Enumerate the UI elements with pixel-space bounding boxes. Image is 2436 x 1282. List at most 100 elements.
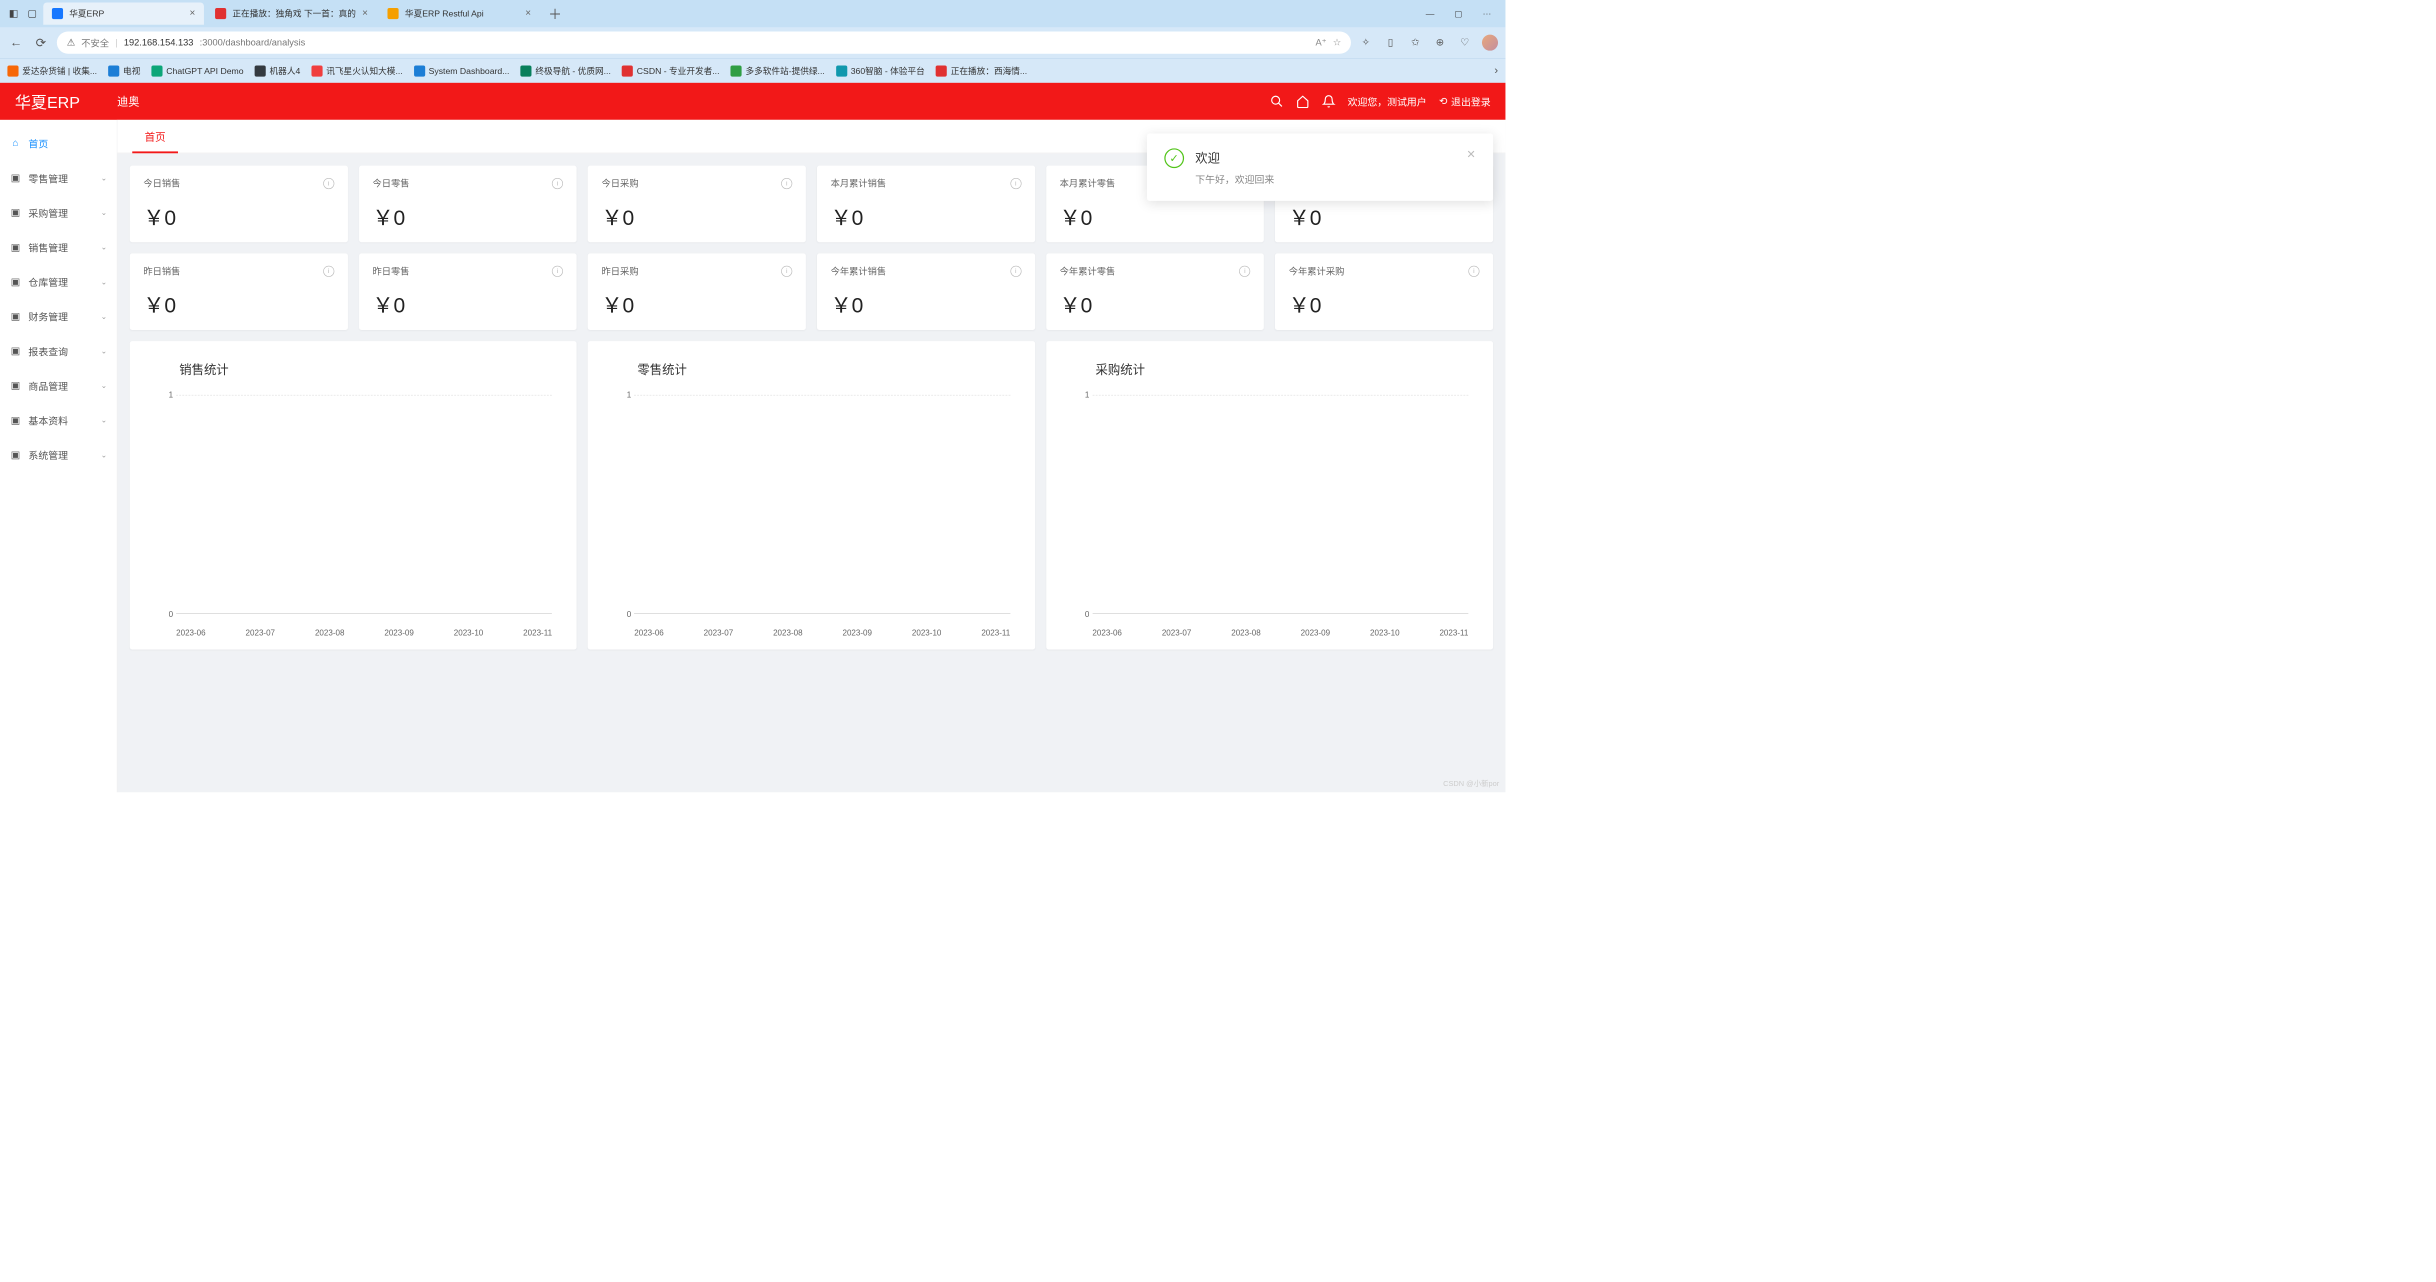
- gridline: [176, 395, 552, 396]
- sidebar-item-label: 销售管理: [28, 240, 68, 255]
- sidebar-item[interactable]: ▣ 基本资料 ⌄: [0, 403, 117, 438]
- page-tab-home[interactable]: 首页: [132, 120, 178, 153]
- info-icon[interactable]: i: [323, 178, 334, 189]
- info-icon[interactable]: i: [552, 265, 563, 276]
- notification-close-icon[interactable]: ✕: [1466, 148, 1475, 186]
- gridline: [1092, 395, 1468, 396]
- bookmark-item[interactable]: 爱达杂货铺 | 收集...: [7, 65, 97, 77]
- bookmark-favicon-icon: [255, 65, 266, 76]
- tab-close-icon[interactable]: ×: [362, 8, 368, 19]
- sidebar-item[interactable]: ▣ 商品管理 ⌄: [0, 368, 117, 403]
- performance-icon[interactable]: ♡: [1457, 35, 1472, 50]
- info-icon[interactable]: i: [323, 265, 334, 276]
- sidebar-item[interactable]: ▣ 仓库管理 ⌄: [0, 265, 117, 300]
- profile-avatar[interactable]: [1482, 35, 1498, 51]
- x-tick: 2023-08: [773, 628, 802, 637]
- stat-card-title: 今日零售: [372, 177, 409, 190]
- sidebar-item[interactable]: ▣ 系统管理 ⌄: [0, 438, 117, 473]
- url-path: :3000/dashboard/analysis: [200, 37, 306, 48]
- x-tick: 2023-11: [1439, 628, 1468, 637]
- y-tick: 1: [155, 390, 174, 399]
- chevron-down-icon: ⌄: [101, 451, 107, 460]
- x-tick: 2023-08: [315, 628, 344, 637]
- info-icon[interactable]: i: [781, 265, 792, 276]
- info-icon[interactable]: i: [1010, 265, 1021, 276]
- url-input[interactable]: ⚠ 不安全 | 192.168.154.133:3000/dashboard/a…: [57, 32, 1351, 54]
- close-window-button[interactable]: ···: [1475, 9, 1500, 19]
- tab-close-icon[interactable]: ×: [190, 8, 196, 19]
- sidebar-item[interactable]: ▣ 销售管理 ⌄: [0, 230, 117, 265]
- browser-tab[interactable]: 华夏ERP Restful Api ×: [379, 2, 540, 24]
- sidebar-item[interactable]: ▣ 零售管理 ⌄: [0, 161, 117, 196]
- stat-card-title: 本月累计销售: [831, 177, 887, 190]
- stat-card-title: 本月累计零售: [1060, 177, 1116, 190]
- info-icon[interactable]: i: [1239, 265, 1250, 276]
- bookmark-label: 电视: [123, 65, 140, 77]
- read-aloud-icon[interactable]: A⁺: [1315, 37, 1326, 48]
- sidebar-item-label: 财务管理: [28, 309, 68, 324]
- bookmark-item[interactable]: 机器人4: [255, 65, 301, 77]
- bell-icon[interactable]: [1322, 95, 1336, 109]
- maximize-button[interactable]: ▢: [1446, 8, 1471, 19]
- bookmark-item[interactable]: CSDN - 专业开发者...: [622, 65, 720, 77]
- sidebar-item[interactable]: ▣ 采购管理 ⌄: [0, 195, 117, 230]
- new-tab-button[interactable]: ＋: [543, 4, 566, 24]
- sidebar-item-icon: ▣: [10, 241, 21, 253]
- info-icon[interactable]: i: [781, 178, 792, 189]
- favorites-icon[interactable]: ✩: [1408, 35, 1423, 50]
- bookmark-item[interactable]: ChatGPT API Demo: [151, 65, 243, 77]
- stat-card-value: ￥0: [602, 289, 793, 319]
- bookmark-item[interactable]: 电视: [108, 65, 140, 77]
- app-nav-item[interactable]: 迪奥: [117, 93, 139, 109]
- bookmark-favicon-icon: [108, 65, 119, 76]
- bookmark-item[interactable]: 终极导航 - 优质网...: [521, 65, 611, 77]
- tab-close-icon[interactable]: ×: [525, 8, 531, 19]
- watermark: CSDN @小新por: [1443, 778, 1499, 789]
- x-tick: 2023-09: [842, 628, 871, 637]
- stat-card: 今日零售 i ￥0: [359, 166, 577, 243]
- back-button[interactable]: ←: [7, 34, 24, 51]
- success-icon: ✓: [1164, 148, 1184, 168]
- info-icon[interactable]: i: [1010, 178, 1021, 189]
- bookmark-item[interactable]: 讯飞星火认知大模...: [311, 65, 402, 77]
- info-icon[interactable]: i: [552, 178, 563, 189]
- logout-link[interactable]: ⟲ 退出登录: [1439, 94, 1491, 109]
- sidepanel-icon[interactable]: ◧: [6, 6, 21, 21]
- stat-card: 昨日零售 i ￥0: [359, 253, 577, 330]
- stat-card-value: ￥0: [372, 289, 563, 319]
- bookmark-item[interactable]: 360智脑 - 体验平台: [836, 65, 925, 77]
- sidebar-item[interactable]: ▣ 财务管理 ⌄: [0, 299, 117, 334]
- sidebar-item[interactable]: ⌂ 首页: [0, 126, 117, 161]
- bookmark-favicon-icon: [151, 65, 162, 76]
- chart-card: 零售统计 1 0 2023-062023-072023-082023-09202…: [588, 341, 1035, 649]
- collections-icon[interactable]: ▯: [1383, 35, 1398, 50]
- stat-card-value: ￥0: [1289, 201, 1480, 231]
- home-icon[interactable]: [1296, 95, 1310, 109]
- browser-tab[interactable]: 华夏ERP ×: [43, 2, 204, 24]
- sidebar-item-label: 采购管理: [28, 205, 68, 220]
- bookmark-label: 机器人4: [270, 65, 301, 77]
- chart-plot: 1 0 2023-062023-072023-082023-092023-102…: [613, 390, 1011, 637]
- bookmarks-more-icon[interactable]: ›: [1494, 64, 1498, 77]
- bookmark-item[interactable]: 正在播放：西海情...: [936, 65, 1027, 77]
- insecure-icon: ⚠: [67, 37, 75, 48]
- bookmark-item[interactable]: System Dashboard...: [414, 65, 510, 77]
- extensions-icon[interactable]: ✧: [1358, 35, 1373, 50]
- downloads-icon[interactable]: ⊕: [1433, 35, 1448, 50]
- axis-line: [1092, 613, 1468, 614]
- x-tick: 2023-11: [523, 628, 552, 637]
- x-tick: 2023-10: [1370, 628, 1399, 637]
- sidebar-item-icon: ▣: [10, 310, 21, 322]
- bookmark-item[interactable]: 多多软件站-提供绿...: [731, 65, 825, 77]
- search-icon[interactable]: [1270, 95, 1284, 109]
- favorite-icon[interactable]: ☆: [1333, 37, 1341, 48]
- browser-tab[interactable]: 正在播放：独角戏 下一首：真的 ×: [206, 2, 376, 24]
- tabs-icon[interactable]: ▢: [25, 6, 40, 21]
- sidebar-item[interactable]: ▣ 报表查询 ⌄: [0, 334, 117, 369]
- refresh-button[interactable]: ⟳: [32, 34, 49, 51]
- minimize-button[interactable]: —: [1418, 9, 1443, 19]
- chart-card: 采购统计 1 0 2023-062023-072023-082023-09202…: [1046, 341, 1493, 649]
- notification-title: 欢迎: [1195, 148, 1455, 166]
- address-bar: ← ⟳ ⚠ 不安全 | 192.168.154.133:3000/dashboa…: [0, 27, 1505, 58]
- info-icon[interactable]: i: [1468, 265, 1479, 276]
